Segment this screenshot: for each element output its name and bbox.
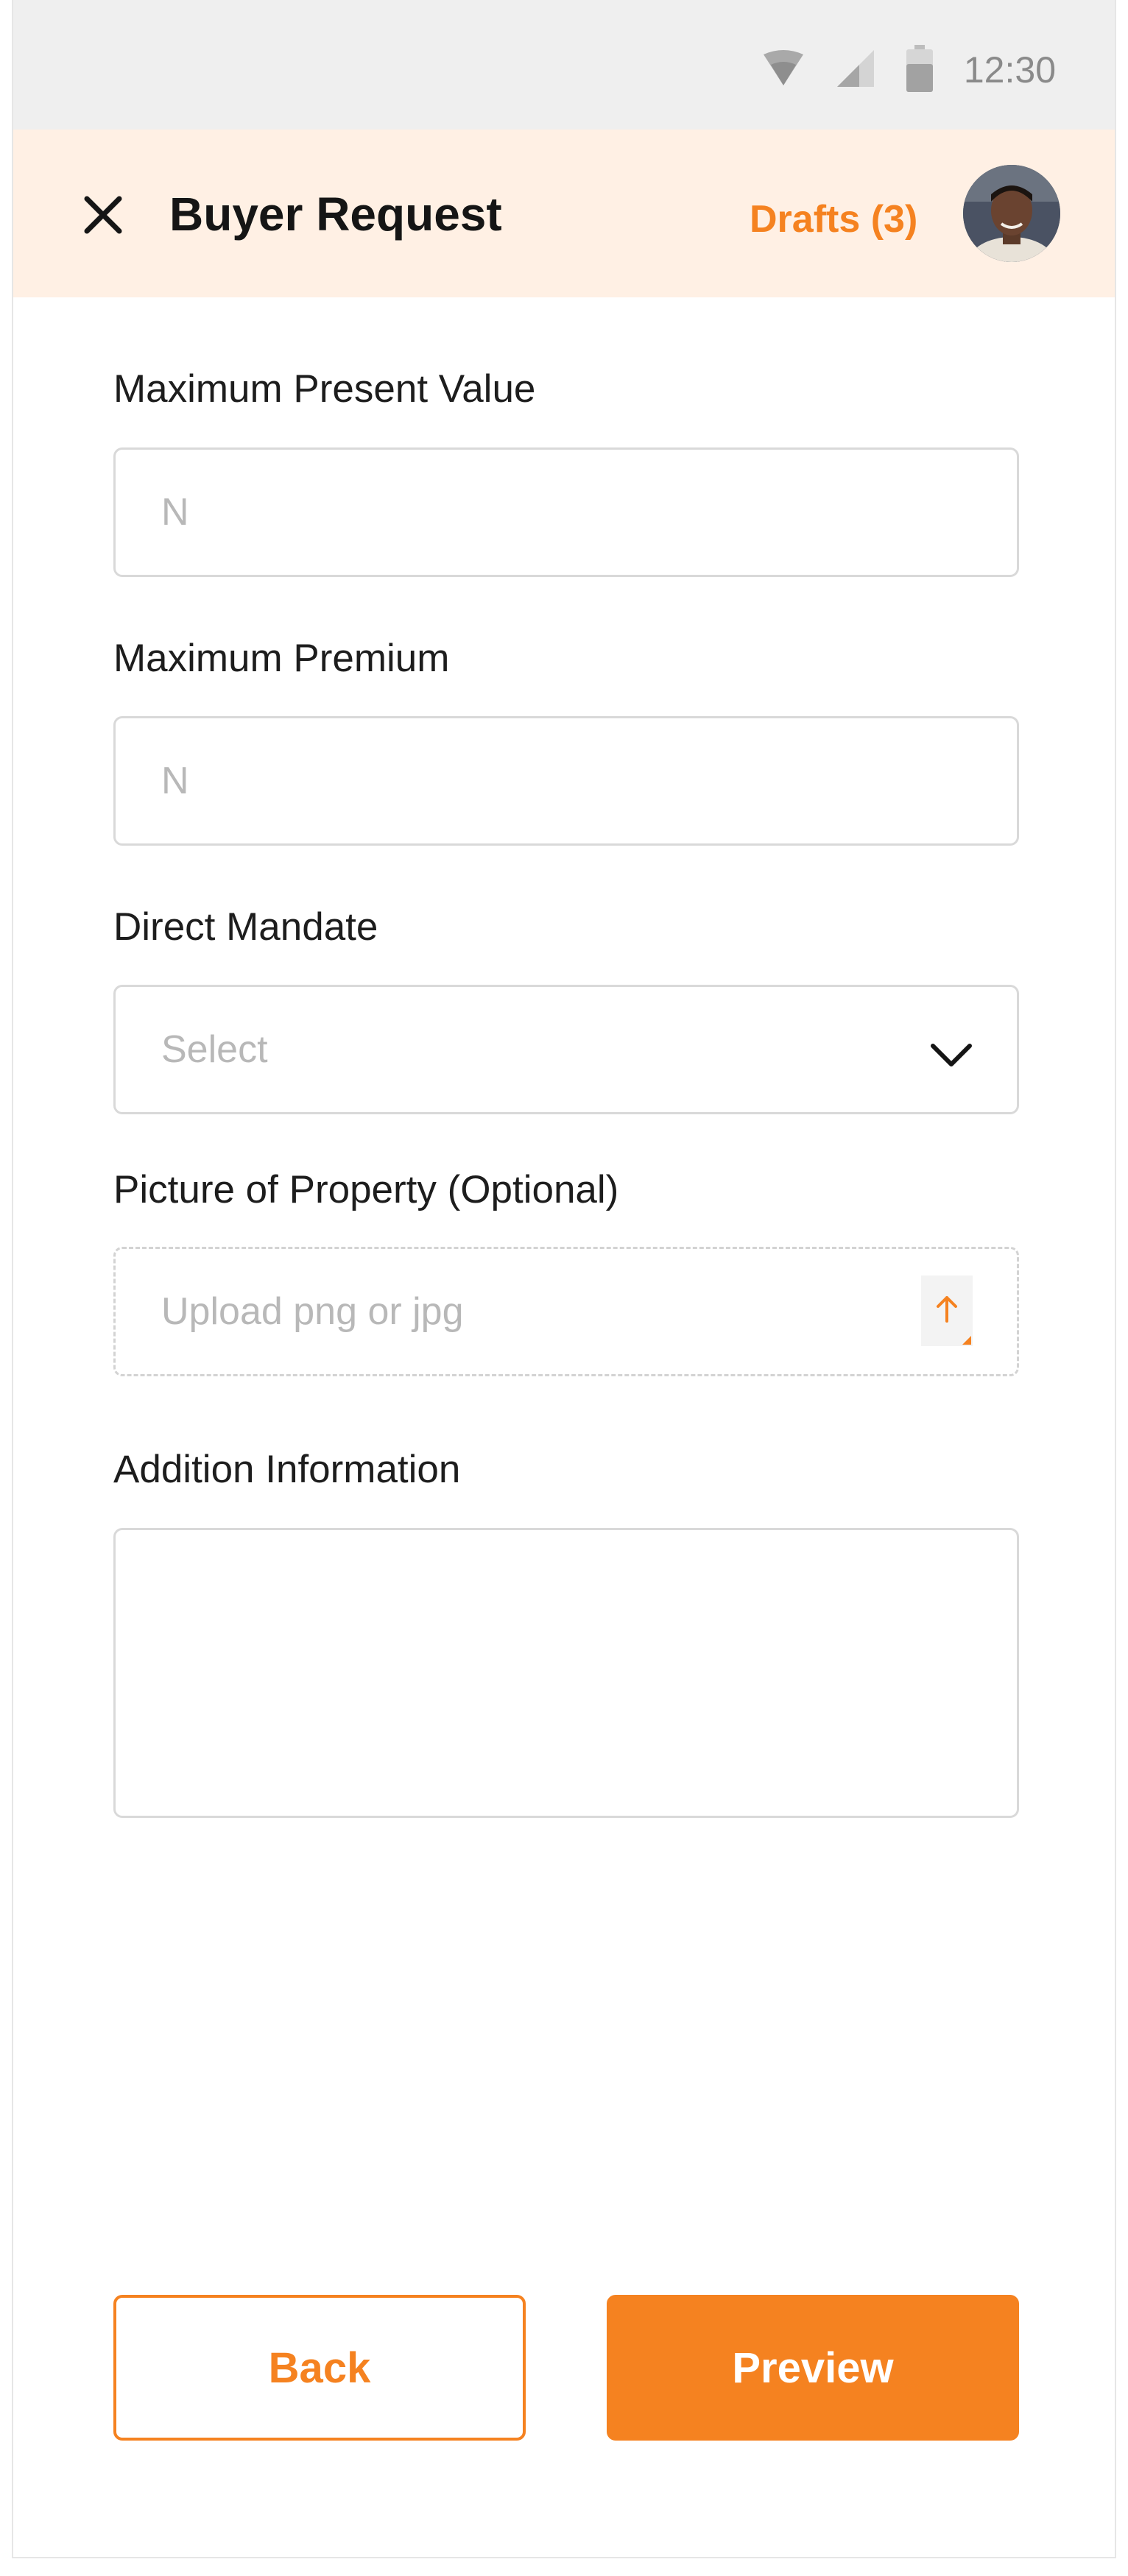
phone-screen: 12:30 Buyer Request Drafts (3) Maximum P… [12, 0, 1116, 2558]
app-header: Buyer Request Drafts (3) [13, 130, 1115, 297]
max-present-value-placeholder: N [161, 491, 189, 534]
upload-icon[interactable] [921, 1275, 973, 1346]
addition-info-textarea[interactable] [113, 1528, 1019, 1818]
preview-button[interactable]: Preview [607, 2295, 1019, 2441]
wifi-icon [762, 49, 805, 91]
status-time: 12:30 [963, 49, 1056, 91]
battery-icon [906, 44, 933, 96]
close-icon[interactable] [80, 191, 127, 238]
back-button[interactable]: Back [113, 2295, 526, 2441]
drafts-link[interactable]: Drafts (3) [750, 197, 917, 241]
status-bar: 12:30 [13, 0, 1115, 130]
picture-label: Picture of Property (Optional) [113, 1168, 619, 1211]
signal-icon [836, 49, 875, 92]
status-icons: 12:30 [762, 44, 1056, 96]
picture-upload-field[interactable]: Upload png or jpg [113, 1247, 1019, 1376]
addition-info-label: Addition Information [113, 1448, 461, 1491]
max-present-value-label: Maximum Present Value [113, 367, 536, 411]
direct-mandate-label: Direct Mandate [113, 905, 378, 949]
direct-mandate-placeholder: Select [161, 1028, 268, 1071]
max-present-value-input[interactable]: N [113, 447, 1019, 577]
direct-mandate-select[interactable]: Select [113, 985, 1019, 1114]
user-avatar[interactable] [963, 165, 1060, 262]
chevron-down-icon [930, 1034, 973, 1066]
max-premium-placeholder: N [161, 760, 189, 802]
picture-upload-placeholder: Upload png or jpg [161, 1290, 464, 1333]
page-title: Buyer Request [169, 188, 502, 241]
max-premium-input[interactable]: N [113, 716, 1019, 846]
max-premium-label: Maximum Premium [113, 637, 450, 680]
